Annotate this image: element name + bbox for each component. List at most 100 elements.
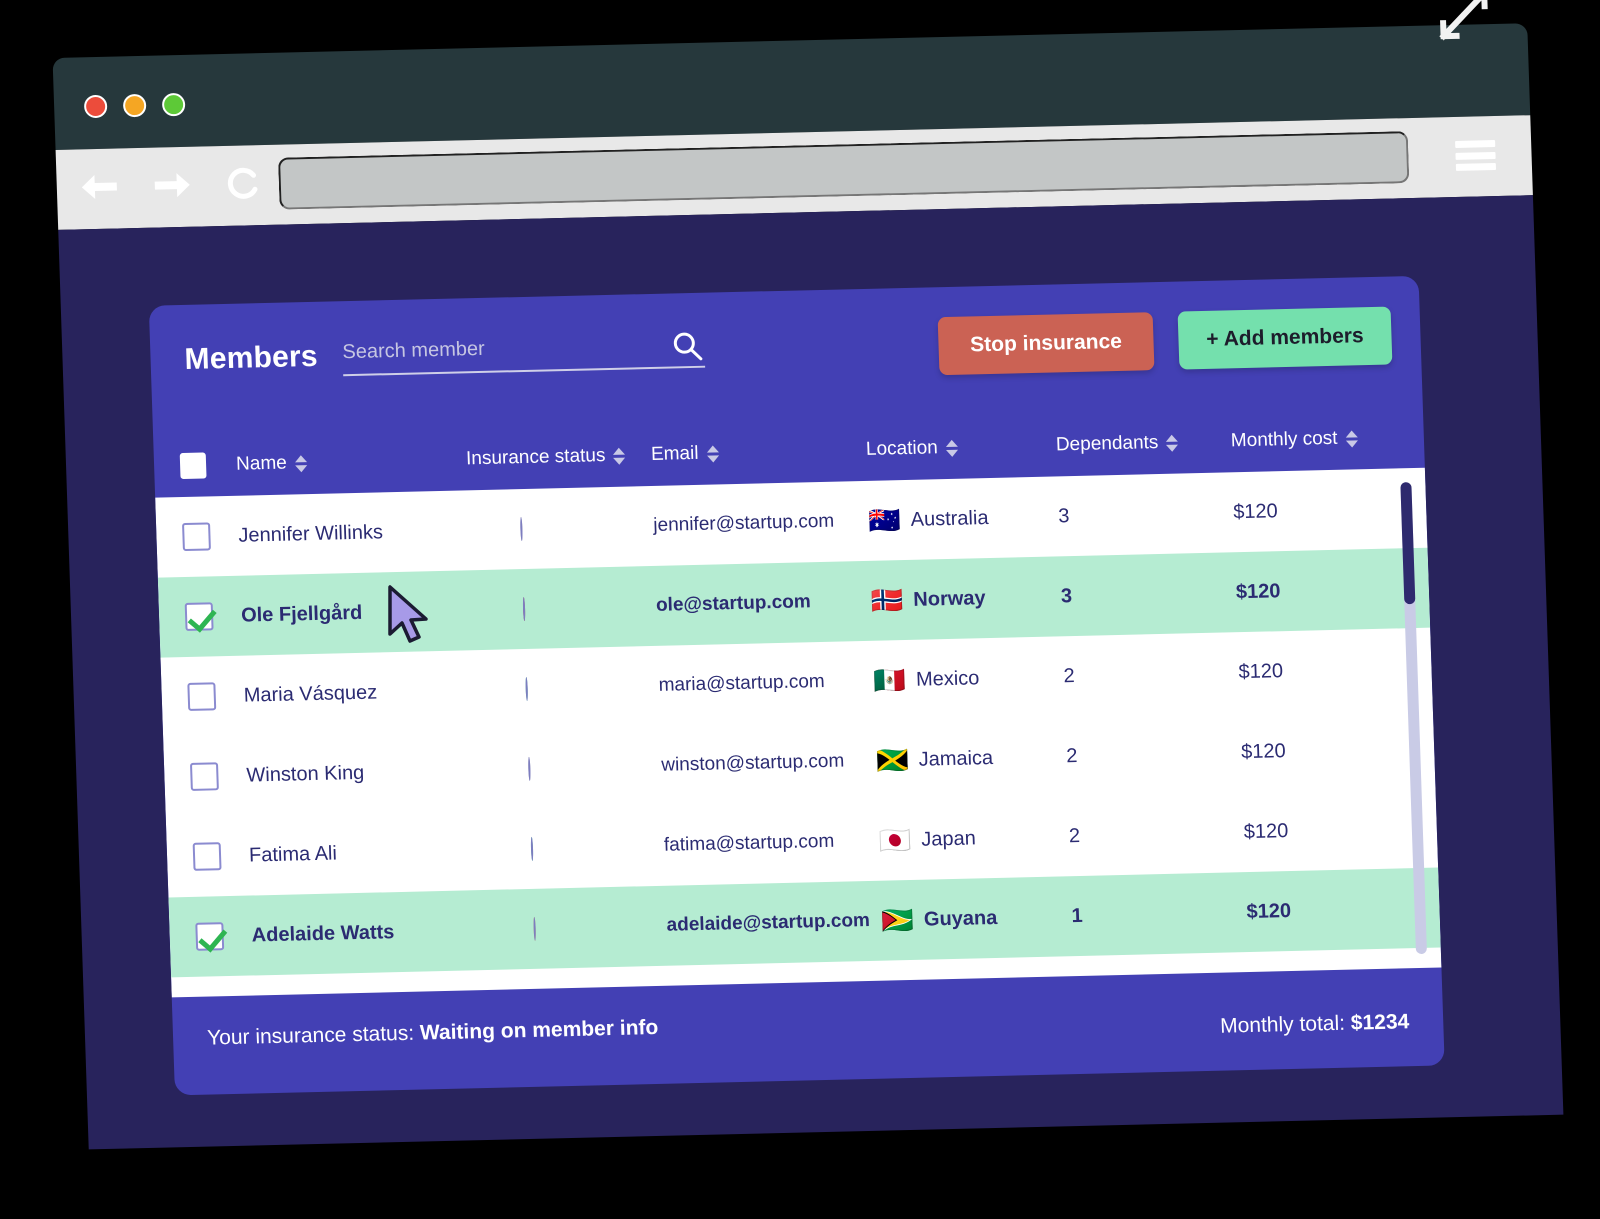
members-card: Members Stop insurance + Add members	[148, 275, 1445, 1096]
row-checkbox-box	[187, 682, 217, 711]
column-header-name[interactable]: Name	[236, 448, 467, 475]
maximize-window-button[interactable]	[161, 92, 186, 117]
row-checkbox[interactable]	[186, 762, 247, 791]
cell-insurance-status	[481, 914, 667, 941]
status-dot-icon	[530, 836, 534, 861]
row-checkbox[interactable]	[191, 922, 252, 951]
members-table-body: Jennifer Willinks jennifer@startup.com 🇦🇺 A…	[155, 467, 1442, 998]
insurance-status-text: Your insurance status: Waiting on member…	[207, 1016, 659, 1051]
cell-name: Adelaide Watts	[251, 920, 395, 946]
country-name: Guyana	[923, 906, 998, 931]
cell-location: 🇯🇵 Japan	[878, 823, 1070, 856]
status-dot-icon	[527, 756, 531, 781]
sort-toggle-icon[interactable]	[706, 444, 719, 463]
column-label: Location	[865, 437, 939, 460]
add-members-button[interactable]: + Add members	[1177, 306, 1393, 370]
cell-email: fatima@startup.com	[663, 830, 835, 856]
cell-monthly-cost: $120	[1243, 819, 1289, 843]
insurance-status-label: Your insurance status:	[206, 1021, 421, 1050]
country-flag-icon: 🇲🇽	[873, 665, 907, 696]
sort-toggle-icon[interactable]	[1166, 434, 1179, 452]
country-flag-icon: 🇳🇴	[870, 585, 904, 616]
country-name: Jamaica	[918, 746, 994, 771]
country-flag-icon: 🇦🇺	[867, 505, 902, 536]
cell-name: Ole Fjellgård	[240, 601, 363, 627]
cell-insurance-status	[471, 594, 657, 621]
country-name: Japan	[920, 826, 977, 851]
mouse-cursor	[386, 584, 432, 646]
sort-toggle-icon[interactable]	[294, 454, 308, 472]
row-checkbox-box	[192, 842, 222, 871]
row-checkbox[interactable]	[183, 682, 244, 711]
status-dot-icon	[519, 516, 523, 541]
cell-monthly-cost: $120	[1235, 579, 1281, 603]
row-checkbox[interactable]	[181, 602, 242, 631]
close-window-button[interactable]	[83, 94, 108, 119]
hamburger-menu-icon[interactable]	[1455, 140, 1497, 171]
column-header-insurance-status[interactable]: Insurance status	[466, 444, 652, 470]
cell-email: maria@startup.com	[658, 670, 826, 696]
stop-insurance-button[interactable]: Stop insurance	[937, 312, 1155, 376]
cell-name: Maria Vásquez	[243, 680, 378, 707]
column-label: Dependants	[1055, 432, 1159, 456]
cell-insurance-status	[476, 754, 662, 781]
search-container	[342, 332, 706, 377]
cell-email: ole@startup.com	[655, 591, 812, 616]
sort-toggle-icon[interactable]	[613, 447, 626, 465]
screenshot-stage: Members Stop insurance + Add members	[0, 0, 1600, 1219]
select-all-box	[179, 452, 207, 480]
cell-name: Winston King	[246, 761, 365, 787]
minimize-window-button[interactable]	[122, 93, 147, 118]
expand-arrows-icon[interactable]	[1435, 0, 1493, 43]
sort-toggle-icon[interactable]	[1345, 429, 1358, 448]
column-label: Insurance status	[465, 445, 606, 470]
forward-arrow-icon[interactable]	[150, 165, 193, 206]
country-flag-icon: 🇯🇲	[875, 744, 910, 776]
row-checkbox[interactable]	[189, 842, 250, 871]
row-checkbox-box	[182, 522, 211, 552]
page-title: Members	[184, 339, 319, 376]
cell-dependants: 3	[1057, 504, 1070, 527]
cell-email: winston@startup.com	[660, 750, 845, 776]
country-name: Australia	[910, 506, 989, 531]
row-checkbox-box	[189, 762, 219, 791]
cell-monthly-cost: $120	[1232, 499, 1279, 523]
cell-monthly-cost: $120	[1246, 899, 1292, 923]
reload-icon[interactable]	[222, 163, 261, 204]
column-header-email[interactable]: Email	[651, 439, 867, 466]
monthly-total-value: $1234	[1350, 1010, 1410, 1035]
back-arrow-icon[interactable]	[78, 166, 121, 207]
cell-dependants: 2	[1063, 664, 1076, 687]
select-all-checkbox[interactable]	[176, 452, 237, 480]
monthly-total-label: Monthly total:	[1219, 1011, 1352, 1038]
cell-location: 🇦🇺 Australia	[867, 503, 1059, 536]
column-label: Email	[650, 442, 699, 465]
cell-email: jennifer@startup.com	[653, 510, 835, 536]
cell-location: 🇳🇴 Norway	[870, 583, 1062, 616]
column-header-location[interactable]: Location	[866, 434, 1057, 460]
address-bar[interactable]	[277, 131, 1410, 210]
cell-name: Fatima Ali	[248, 841, 338, 867]
cell-dependants: 3	[1060, 584, 1073, 607]
column-label: Name	[235, 452, 288, 475]
insurance-status-value: Waiting on member info	[419, 1015, 659, 1045]
cell-location: 🇬🇾 Guyana	[881, 903, 1072, 936]
sort-toggle-icon[interactable]	[945, 439, 959, 457]
cell-location: 🇯🇲 Jamaica	[875, 743, 1067, 776]
column-header-dependants[interactable]: Dependants	[1056, 430, 1232, 456]
cell-dependants: 2	[1068, 824, 1081, 847]
cell-monthly-cost: $120	[1238, 659, 1284, 683]
row-checkbox[interactable]	[178, 522, 239, 552]
status-dot-icon	[533, 916, 537, 941]
cell-insurance-status	[479, 834, 665, 861]
column-label: Monthly cost	[1230, 427, 1338, 452]
search-icon[interactable]	[670, 329, 705, 369]
cell-dependants: 1	[1071, 904, 1084, 927]
window-controls	[83, 92, 186, 119]
browser-window: Members Stop insurance + Add members	[52, 0, 1568, 1151]
column-header-monthly-cost[interactable]: Monthly cost	[1231, 426, 1407, 452]
status-dot-icon	[525, 676, 529, 701]
monthly-total-text: Monthly total: $1234	[1220, 1010, 1410, 1038]
country-name: Mexico	[915, 666, 980, 691]
status-dot-icon	[522, 596, 526, 621]
